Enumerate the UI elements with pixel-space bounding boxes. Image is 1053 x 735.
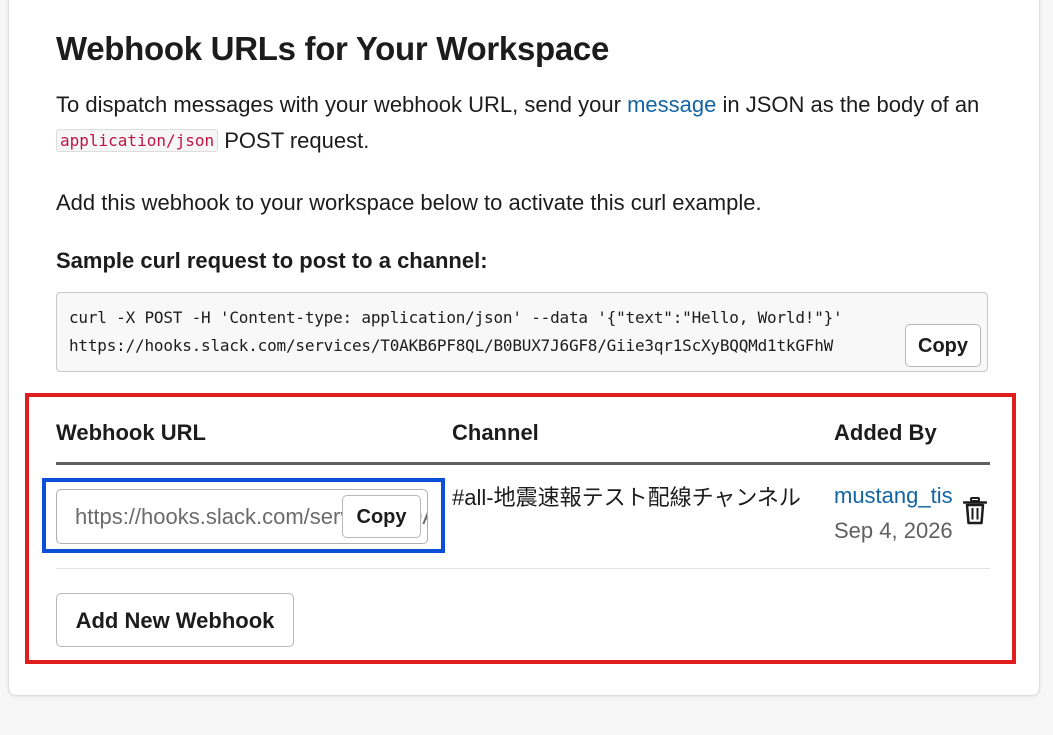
trash-icon-graphic [962,497,988,525]
curl-command-line: curl -X POST -H 'Content-type: applicati… [69,308,843,327]
curl-url-line: https://hooks.slack.com/services/T0AKB6P… [69,336,834,355]
webhook-channel: #all-地震速報テスト配線チャンネル [452,485,801,510]
add-new-webhook-button[interactable]: Add New Webhook [56,593,294,647]
added-date: Sep 4, 2026 [834,518,953,543]
intro-text: To dispatch messages with your webhook U… [56,87,986,159]
page-title: Webhook URLs for Your Workspace [56,30,610,67]
curl-sample-box: curl -X POST -H 'Content-type: applicati… [56,292,988,372]
added-by-user-link[interactable]: mustang_tis [834,483,953,509]
intro-part-1: To dispatch messages with your webhook U… [56,92,628,117]
column-header-webhook-url: Webhook URL [56,420,206,445]
activate-hint: Add this webhook to your workspace below… [56,190,762,215]
column-header-channel: Channel [452,420,539,445]
webhook-url-copy-button[interactable]: Copy [342,495,421,538]
column-header-added-by: Added By [834,420,937,445]
message-link[interactable]: message [627,92,716,117]
sample-curl-label: Sample curl request to post to a channel… [56,248,488,273]
intro-part-3: POST request. [218,128,370,153]
curl-copy-button[interactable]: Copy [905,324,981,367]
trash-icon[interactable] [962,497,988,525]
webhook-url-field[interactable]: https://hooks.slack.com/services/T0AKB6P… [56,489,428,544]
content-type-code: application/json [56,129,219,152]
header-divider [56,462,990,465]
intro-part-2: in JSON as the body of an [716,92,980,117]
row-divider [56,568,990,569]
